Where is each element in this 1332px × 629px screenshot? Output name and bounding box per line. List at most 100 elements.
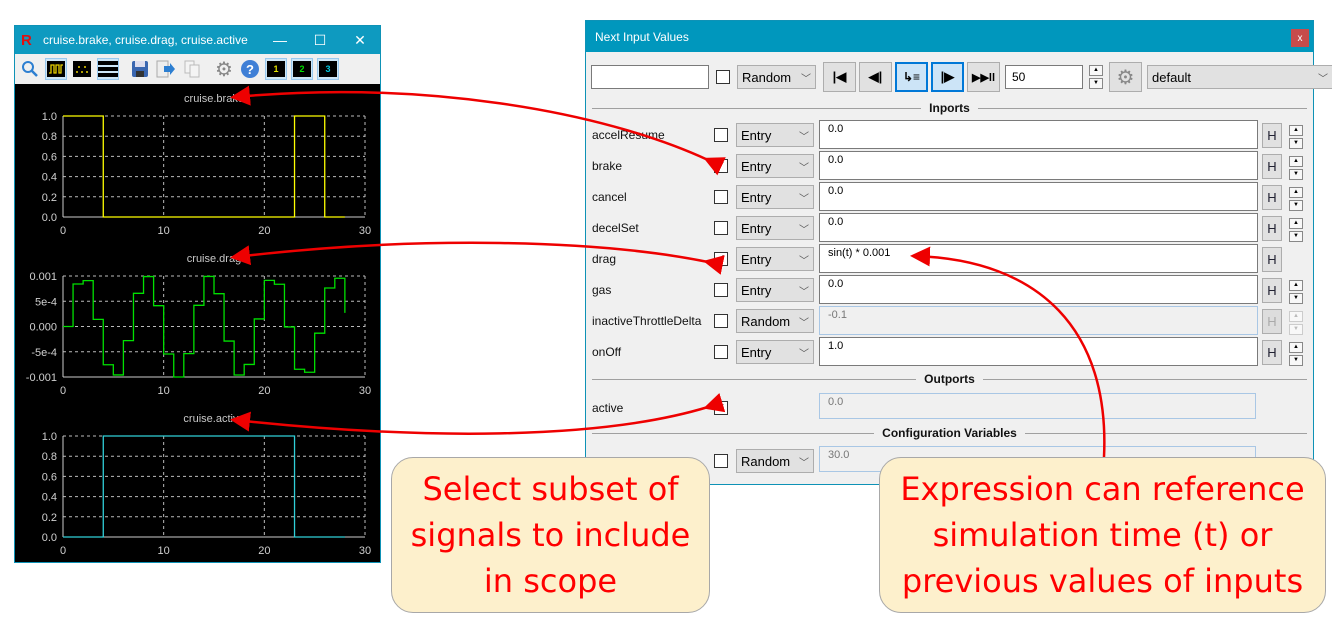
spin-down-icon[interactable]: ▼	[1089, 78, 1103, 89]
value-spinner[interactable]: ▲ ▼	[1289, 311, 1303, 335]
inport-mode-select[interactable]: Entry ﹀	[736, 123, 814, 147]
inport-mode-select[interactable]: Entry ﹀	[736, 154, 814, 178]
spin-down-icon[interactable]: ▼	[1289, 200, 1303, 211]
inport-checkbox[interactable]	[714, 283, 728, 297]
export-icon[interactable]	[155, 58, 177, 80]
history-button[interactable]: H	[1262, 247, 1282, 272]
history-button[interactable]: H	[1262, 309, 1282, 334]
inport-value-input[interactable]: 0.0	[819, 182, 1258, 211]
inport-checkbox[interactable]	[714, 190, 728, 204]
toolbar-checkbox[interactable]	[716, 70, 730, 84]
inport-value-input[interactable]: 0.0	[819, 151, 1258, 180]
inport-mode-select[interactable]: Entry ﹀	[736, 185, 814, 209]
run-pause-button[interactable]: ▶▶ll	[967, 62, 1000, 92]
inport-mode-select[interactable]: Entry ﹀	[736, 340, 814, 364]
run-pause-icon: ▶▶ll	[971, 71, 996, 84]
step-plot-icon[interactable]	[45, 58, 67, 80]
inport-checkbox[interactable]: ✓	[714, 252, 728, 266]
inport-value-input[interactable]: 0.0	[819, 213, 1258, 242]
spin-up-icon[interactable]: ▲	[1289, 342, 1303, 353]
inport-checkbox[interactable]	[714, 314, 728, 328]
spin-down-icon[interactable]: ▼	[1289, 293, 1303, 304]
inport-mode-select[interactable]: Entry ﹀	[736, 278, 814, 302]
save-icon[interactable]	[129, 58, 151, 80]
spin-up-icon[interactable]: ▲	[1289, 311, 1303, 322]
spin-down-icon[interactable]: ▼	[1289, 324, 1303, 335]
inport-name: decelSet	[592, 221, 639, 235]
inport-mode-value: Entry	[741, 282, 772, 298]
value-spinner[interactable]: ▲ ▼	[1289, 280, 1303, 304]
steps-input[interactable]	[1005, 65, 1083, 89]
profile-select[interactable]: default ﹀	[1147, 65, 1332, 89]
spin-down-icon[interactable]: ▼	[1289, 231, 1303, 242]
history-button[interactable]: H	[1262, 216, 1282, 241]
stop-at-end-icon: ↳≡	[902, 70, 921, 84]
niv-title: Next Input Values	[595, 29, 689, 44]
layout-1-label: 1	[267, 61, 285, 77]
minimize-button[interactable]: —	[260, 32, 300, 48]
chevron-down-icon: ﹀	[799, 457, 809, 469]
step-forward-button[interactable]: |▶	[931, 62, 964, 92]
history-button[interactable]: H	[1262, 340, 1282, 365]
spin-up-icon[interactable]: ▲	[1289, 218, 1303, 229]
copy-icon[interactable]	[181, 58, 203, 80]
inport-mode-select[interactable]: Entry ﹀	[736, 216, 814, 240]
stacked-layout-icon[interactable]	[97, 58, 119, 80]
outport-value: 0.0	[819, 393, 1256, 419]
spin-down-icon[interactable]: ▼	[1289, 355, 1303, 366]
reset-button[interactable]: |◀	[823, 62, 856, 92]
inport-checkbox[interactable]	[714, 221, 728, 235]
close-button[interactable]: ✕	[340, 32, 380, 49]
inport-value-input[interactable]: 1.0	[819, 337, 1258, 366]
history-button[interactable]: H	[1262, 278, 1282, 303]
inport-checkbox[interactable]: ✓	[714, 159, 728, 173]
config-mode-select[interactable]: Random ﹀	[736, 449, 814, 473]
niv-titlebar[interactable]: Next Input Values x	[586, 21, 1313, 52]
scope-titlebar[interactable]: R cruise.brake, cruise.drag, cruise.acti…	[15, 26, 380, 54]
layout-3-button[interactable]: 3	[317, 58, 339, 80]
filter-input[interactable]	[591, 65, 709, 89]
steps-spinner[interactable]: ▲ ▼	[1089, 65, 1103, 89]
inport-value-input[interactable]: 0.0	[819, 120, 1258, 149]
maximize-button[interactable]: ☐	[300, 32, 340, 49]
settings-button[interactable]: ⚙	[1109, 62, 1142, 92]
value-spinner[interactable]: ▲ ▼	[1289, 187, 1303, 211]
inport-value-input[interactable]: -0.1	[819, 306, 1258, 335]
help-icon[interactable]: ?	[239, 58, 261, 80]
value-spinner[interactable]: ▲ ▼	[1289, 218, 1303, 242]
inport-mode-select[interactable]: Entry ﹀	[736, 247, 814, 271]
niv-close-button[interactable]: x	[1291, 29, 1309, 47]
spin-down-icon[interactable]: ▼	[1289, 138, 1303, 149]
inports-label: Inports	[929, 101, 970, 115]
stop-at-end-button[interactable]: ↳≡	[895, 62, 928, 92]
spin-up-icon[interactable]: ▲	[1289, 187, 1303, 198]
layout-2-button[interactable]: 2	[291, 58, 313, 80]
spin-up-icon[interactable]: ▲	[1289, 280, 1303, 291]
history-button[interactable]: H	[1262, 154, 1282, 179]
mode-select[interactable]: Random ﹀	[737, 65, 816, 89]
inport-mode-select[interactable]: Random ﹀	[736, 309, 814, 333]
value-spinner[interactable]: ▲ ▼	[1289, 125, 1303, 149]
history-button[interactable]: H	[1262, 123, 1282, 148]
inport-checkbox[interactable]	[714, 345, 728, 359]
step-back-button[interactable]: ◀|	[859, 62, 892, 92]
chevron-down-icon: ﹀	[799, 162, 809, 174]
settings-icon[interactable]: ⚙	[213, 58, 235, 81]
config-checkbox[interactable]	[714, 454, 728, 468]
layout-1-button[interactable]: 1	[265, 58, 287, 80]
spin-up-icon[interactable]: ▲	[1289, 125, 1303, 136]
outport-checkbox[interactable]: ✓	[714, 401, 728, 415]
history-button[interactable]: H	[1262, 185, 1282, 210]
inport-checkbox[interactable]	[714, 128, 728, 142]
inport-value-input[interactable]: 0.0	[819, 275, 1258, 304]
inport-name: inactiveThrottleDelta	[592, 314, 702, 328]
spin-up-icon[interactable]: ▲	[1289, 156, 1303, 167]
inport-value-input[interactable]: sin(t) * 0.001	[819, 244, 1258, 273]
search-icon[interactable]	[19, 58, 41, 80]
scope-plots-svg[interactable]: cruise.brake0.00.20.40.60.81.00 10 20 30cru…	[15, 84, 380, 562]
value-spinner[interactable]: ▲ ▼	[1289, 156, 1303, 180]
spin-down-icon[interactable]: ▼	[1289, 169, 1303, 180]
dot-plot-icon[interactable]	[71, 58, 93, 80]
spin-up-icon[interactable]: ▲	[1089, 65, 1103, 76]
value-spinner[interactable]: ▲ ▼	[1289, 342, 1303, 366]
